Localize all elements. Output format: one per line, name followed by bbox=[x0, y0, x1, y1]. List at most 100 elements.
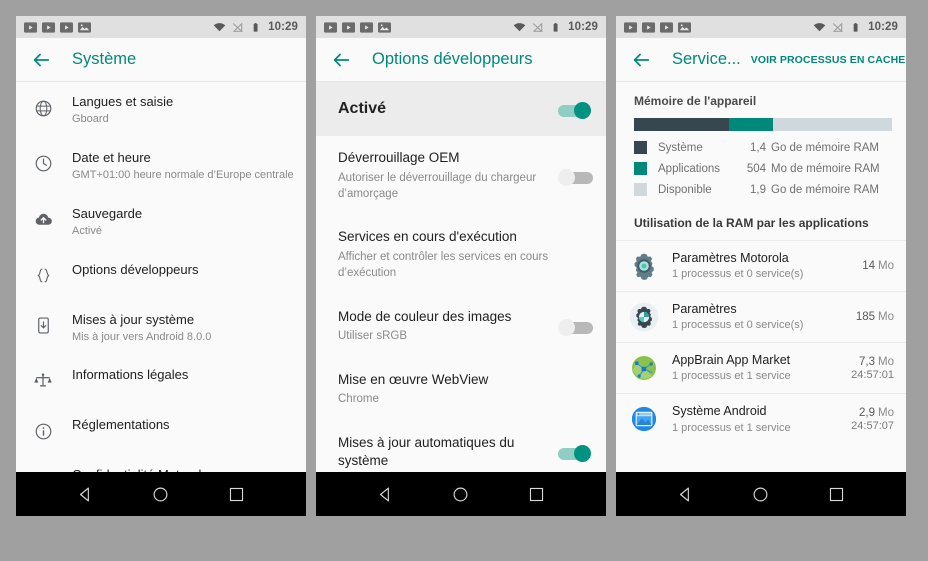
app-row-parametres[interactable]: Paramètres 1 processus et 0 service(s) 1… bbox=[616, 291, 906, 342]
legend-label: Applications bbox=[658, 162, 721, 175]
page-title: Système bbox=[72, 50, 137, 68]
app-name: Paramètres bbox=[672, 302, 737, 317]
recents-square-icon[interactable] bbox=[228, 486, 245, 503]
settings-item-options-developpeurs[interactable]: Options développeurs bbox=[16, 250, 306, 300]
memory-segment-disponible bbox=[773, 118, 892, 131]
settings-item-reglementations[interactable]: Réglementations bbox=[16, 405, 306, 455]
developer-row-automatic-system-updates[interactable]: Mises à jour automatiques du système bbox=[316, 421, 606, 472]
legend-row-systeme: Système 1,4 Go de mémoire RAM bbox=[634, 141, 892, 154]
home-circle-icon[interactable] bbox=[152, 486, 169, 503]
image-icon bbox=[378, 21, 391, 33]
video-icon bbox=[360, 21, 373, 33]
back-arrow-icon[interactable] bbox=[30, 49, 52, 71]
status-bar-clock: 10:29 bbox=[268, 21, 298, 33]
settings-item-date-heure[interactable]: Date et heure GMT+01:00 heure normale d’… bbox=[16, 138, 306, 194]
settings-item-mises-a-jour[interactable]: Mises à jour système Mis à jour vers And… bbox=[16, 300, 306, 356]
app-meta: 1 processus et 0 service(s) bbox=[672, 268, 804, 281]
settings-item-title: Sauvegarde bbox=[72, 205, 143, 221]
app-row-appbrain[interactable]: AppBrain App Market 1 processus et 1 ser… bbox=[616, 342, 906, 393]
phone-panel-options-developpeurs: 10:29 Options développeurs Activé Déverr… bbox=[316, 16, 606, 516]
recents-square-icon[interactable] bbox=[528, 486, 545, 503]
settings-item-sauvegarde[interactable]: Sauvegarde Activé bbox=[16, 194, 306, 250]
settings-item-confidentialite[interactable]: Confidentialité Motorola bbox=[16, 455, 306, 472]
back-arrow-icon[interactable] bbox=[330, 49, 352, 71]
row-subtitle: Afficher et contrôler les services en co… bbox=[338, 251, 549, 280]
app-memory-size: 185 Mo bbox=[856, 311, 894, 323]
settings-item-subtitle: GMT+01:00 heure normale d’Europe central… bbox=[72, 168, 294, 181]
scales-icon bbox=[30, 368, 56, 394]
app-row-parametres-motorola[interactable]: Paramètres Motorola 1 processus et 0 ser… bbox=[616, 240, 906, 291]
row-subtitle: Autoriser le déverrouillage du chargeur … bbox=[338, 172, 537, 201]
wifi-icon bbox=[213, 22, 226, 31]
memory-usage-bar bbox=[634, 118, 892, 131]
legend-unit: Go de mémoire RAM bbox=[771, 141, 880, 154]
settings-item-subtitle: Gboard bbox=[72, 113, 109, 125]
video-icon bbox=[342, 21, 355, 33]
row-subtitle: Chrome bbox=[338, 393, 379, 406]
home-circle-icon[interactable] bbox=[752, 486, 769, 503]
developer-row-webview-implementation[interactable]: Mise en œuvre WebView Chrome bbox=[316, 358, 606, 421]
settings-item-title: Options développeurs bbox=[72, 261, 199, 277]
status-bar: 10:29 bbox=[316, 16, 606, 38]
status-bar-clock: 10:29 bbox=[868, 21, 898, 33]
recents-square-icon[interactable] bbox=[828, 486, 845, 503]
voir-processus-en-cache-button[interactable]: VOIR PROCESSUS EN CACHE bbox=[751, 54, 906, 66]
screenshot-stage: 10:29 Système Langues et saisie Gboard D… bbox=[0, 0, 928, 561]
back-arrow-icon[interactable] bbox=[630, 49, 652, 71]
settings-item-title: Confidentialité Motorola bbox=[72, 467, 209, 472]
app-name: Paramètres Motorola bbox=[672, 251, 789, 265]
page-title: Options développeurs bbox=[372, 50, 533, 68]
app-row-systeme-android[interactable]: Système Android 1 processus et 1 service… bbox=[616, 393, 906, 444]
back-triangle-icon[interactable] bbox=[677, 486, 694, 503]
app-uptime: 24:57:01 bbox=[851, 368, 894, 381]
developer-row-oem-unlock[interactable]: Déverrouillage OEM Autoriser le déverrou… bbox=[316, 136, 606, 215]
wifi-icon bbox=[813, 22, 826, 31]
video-icon bbox=[24, 21, 37, 33]
status-bar-system-icons: 10:29 bbox=[513, 21, 598, 33]
master-toggle-label: Activé bbox=[338, 100, 387, 117]
video-icon bbox=[624, 21, 637, 33]
legend-swatch bbox=[634, 162, 647, 175]
developer-options-master-toggle-row[interactable]: Activé bbox=[316, 82, 606, 137]
app-size-value: 14 bbox=[862, 260, 876, 273]
app-bar-services: Service... VOIR PROCESSUS EN CACHE bbox=[616, 38, 906, 82]
wifi-icon bbox=[513, 22, 526, 31]
memory-segment-applications bbox=[729, 118, 774, 131]
device-memory-section: Mémoire de l'appareil Système 1,4 Go de … bbox=[616, 82, 906, 208]
app-meta: 1 processus et 0 service(s) bbox=[672, 319, 804, 332]
settings-item-informations-legales[interactable]: Informations légales bbox=[16, 355, 306, 405]
legend-unit: Mo de mémoire RAM bbox=[771, 162, 880, 175]
info-circle-icon bbox=[30, 418, 56, 444]
ram-usage-heading: Utilisation de la RAM par les applicatio… bbox=[634, 216, 869, 230]
app-memory-size: 14 Mo bbox=[862, 260, 894, 272]
back-triangle-icon[interactable] bbox=[77, 486, 94, 503]
back-triangle-icon[interactable] bbox=[377, 486, 394, 503]
automatic-system-updates-switch[interactable] bbox=[558, 445, 592, 463]
app-name: AppBrain App Market bbox=[672, 353, 791, 368]
picture-color-mode-switch[interactable] bbox=[558, 319, 593, 337]
memory-legend: Système 1,4 Go de mémoire RAM Applicatio… bbox=[634, 141, 892, 196]
master-toggle-switch[interactable] bbox=[558, 102, 592, 120]
gear-teal-icon bbox=[634, 253, 654, 281]
grid-icon bbox=[30, 468, 56, 472]
developer-row-picture-color-mode[interactable]: Mode de couleur des images Utiliser sRGB bbox=[316, 295, 606, 358]
status-bar-notifications bbox=[24, 21, 91, 33]
developer-row-running-services[interactable]: Services en cours d'exécution Afficher e… bbox=[316, 215, 606, 294]
image-icon bbox=[78, 21, 91, 33]
status-bar-system-icons: 10:29 bbox=[813, 21, 898, 33]
legend-value: 504 bbox=[746, 162, 766, 175]
oem-unlock-switch[interactable] bbox=[558, 168, 593, 186]
app-size-value: 7,3 bbox=[859, 355, 876, 368]
app-size-unit: Mo bbox=[878, 260, 894, 273]
navigation-bar bbox=[616, 472, 906, 516]
legend-swatch bbox=[634, 183, 647, 196]
settings-item-langues[interactable]: Langues et saisie Gboard bbox=[16, 82, 306, 138]
status-bar-notifications bbox=[624, 21, 691, 33]
home-circle-icon[interactable] bbox=[452, 486, 469, 503]
app-uptime: 24:57:07 bbox=[851, 419, 894, 432]
app-memory-size: 7,3 Mo bbox=[851, 356, 894, 368]
battery-icon bbox=[553, 22, 558, 32]
settings-list: Langues et saisie Gboard Date et heure G… bbox=[16, 82, 306, 472]
navigation-bar bbox=[16, 472, 306, 516]
settings-item-subtitle: Activé bbox=[72, 224, 102, 237]
